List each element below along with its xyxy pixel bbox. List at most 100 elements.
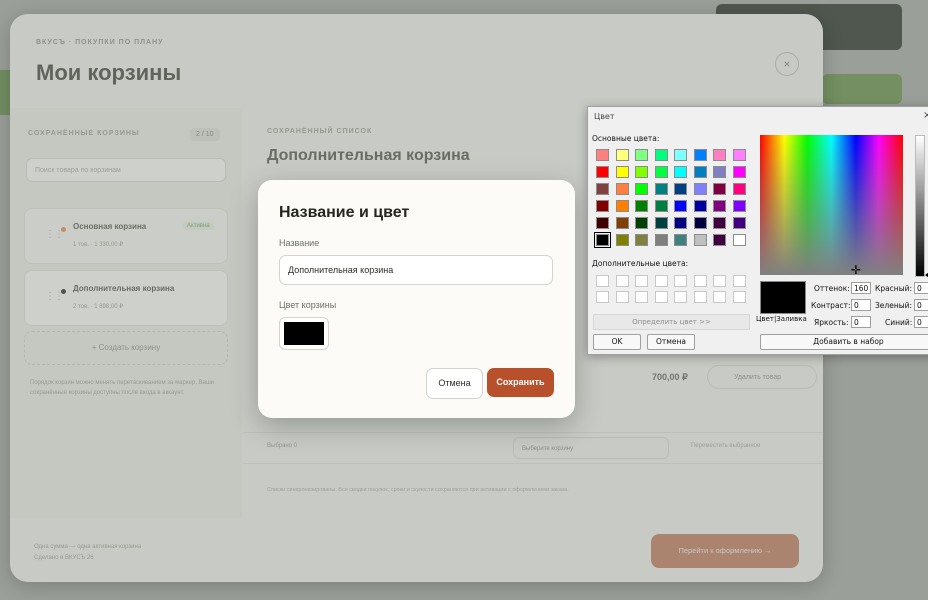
lum-label: Яркость: xyxy=(814,318,849,327)
close-icon[interactable]: × xyxy=(775,52,799,76)
save-button[interactable]: Сохранить xyxy=(487,368,554,397)
basic-color-swatch[interactable] xyxy=(732,166,746,178)
luminance-slider[interactable] xyxy=(915,135,925,277)
basic-color-swatch[interactable] xyxy=(674,217,687,229)
basic-color-swatch[interactable] xyxy=(674,183,687,195)
preview-label: Цвет|Заливка xyxy=(756,315,807,323)
basic-color-swatch[interactable] xyxy=(596,149,609,161)
basic-color-swatch[interactable] xyxy=(596,200,609,212)
basic-color-swatch[interactable] xyxy=(654,183,668,195)
basic-color-swatch[interactable] xyxy=(596,166,609,178)
close-icon[interactable]: × xyxy=(923,110,928,121)
blue-field[interactable]: 0 xyxy=(914,316,928,328)
custom-color-swatch[interactable] xyxy=(654,275,668,287)
basic-color-swatch[interactable] xyxy=(594,232,611,248)
hue-field[interactable]: 160 xyxy=(851,282,871,294)
custom-color-swatch[interactable] xyxy=(615,291,629,303)
ok-button[interactable]: OK xyxy=(593,334,641,350)
custom-color-swatch[interactable] xyxy=(615,275,629,287)
cancel-button[interactable]: Отмена xyxy=(647,334,695,350)
custom-color-swatch[interactable] xyxy=(596,291,609,303)
basic-color-swatch[interactable] xyxy=(654,234,668,246)
custom-color-swatch[interactable] xyxy=(635,275,648,287)
basic-color-swatch[interactable] xyxy=(674,200,687,212)
hue-label: Оттенок: xyxy=(814,284,850,293)
basic-color-swatch[interactable] xyxy=(654,166,668,178)
basic-color-swatch[interactable] xyxy=(654,149,668,161)
page-title: Мои корзины xyxy=(36,60,182,85)
custom-color-swatch[interactable] xyxy=(654,291,668,303)
color-label: Цвет корзины xyxy=(279,300,337,310)
basic-color-swatch[interactable] xyxy=(635,166,648,178)
basic-color-swatch[interactable] xyxy=(732,200,746,212)
custom-color-swatch[interactable] xyxy=(732,291,746,303)
move-selected-button[interactable]: Переместить выбранное xyxy=(691,443,760,449)
basic-color-swatch[interactable] xyxy=(713,217,726,229)
basic-color-swatch[interactable] xyxy=(713,149,726,161)
basic-color-swatch[interactable] xyxy=(596,183,609,195)
basic-color-swatch[interactable] xyxy=(693,166,707,178)
basic-color-swatch[interactable] xyxy=(713,183,726,195)
cart-item[interactable]: ⋮⋮ Основная корзина 1 тов. · 1 330,00 ₽ … xyxy=(24,208,228,264)
basic-color-swatch[interactable] xyxy=(635,200,648,212)
basic-color-swatch[interactable] xyxy=(635,217,648,229)
basic-color-swatch[interactable] xyxy=(732,149,746,161)
basic-color-swatch[interactable] xyxy=(732,234,746,246)
green-field[interactable]: 0 xyxy=(914,299,928,311)
basic-color-swatch[interactable] xyxy=(615,183,629,195)
add-to-custom-button[interactable]: Добавить в набор xyxy=(760,334,928,350)
basic-color-swatch[interactable] xyxy=(693,149,707,161)
basic-color-swatch[interactable] xyxy=(713,234,726,246)
cart-select[interactable]: Выберите корзину xyxy=(513,437,669,459)
delete-item-button[interactable]: Удалить товар xyxy=(707,365,817,389)
cancel-button[interactable]: Отмена xyxy=(426,368,483,399)
basic-color-swatch[interactable] xyxy=(693,200,707,212)
custom-color-swatch[interactable] xyxy=(732,275,746,287)
checkout-button[interactable]: Перейти к оформлению → xyxy=(651,534,799,568)
color-spectrum[interactable] xyxy=(760,135,903,275)
basic-color-swatch[interactable] xyxy=(615,166,629,178)
carts-count-badge: 2 / 10 xyxy=(190,128,220,141)
custom-color-swatch[interactable] xyxy=(713,291,726,303)
basic-color-swatch[interactable] xyxy=(654,217,668,229)
basic-color-swatch[interactable] xyxy=(674,149,687,161)
basic-color-swatch[interactable] xyxy=(615,200,629,212)
basic-color-swatch[interactable] xyxy=(674,166,687,178)
basic-color-swatch[interactable] xyxy=(635,234,648,246)
sat-label: Контраст: xyxy=(811,301,851,310)
color-swatch-button[interactable] xyxy=(279,317,329,350)
basic-color-swatch[interactable] xyxy=(635,149,648,161)
red-field[interactable]: 0 xyxy=(914,282,928,294)
custom-color-swatch[interactable] xyxy=(674,291,687,303)
cart-search-input[interactable]: Поиск товара по корзинам xyxy=(26,158,226,182)
lum-field[interactable]: 0 xyxy=(851,316,871,328)
basic-color-swatch[interactable] xyxy=(615,234,629,246)
basic-color-swatch[interactable] xyxy=(713,166,726,178)
basic-color-swatch[interactable] xyxy=(674,234,687,246)
cart-name-input[interactable] xyxy=(279,255,553,285)
basic-color-swatch[interactable] xyxy=(693,183,707,195)
custom-color-swatch[interactable] xyxy=(693,275,707,287)
basic-color-swatch[interactable] xyxy=(732,183,746,195)
breadcrumb: ВКУСЪ · ПОКУПКИ ПО ПЛАНУ xyxy=(36,39,164,46)
basic-color-swatch[interactable] xyxy=(654,200,668,212)
custom-color-swatch[interactable] xyxy=(693,291,707,303)
cart-item[interactable]: ⋮⋮ Дополнительная корзина 2 тов. · 1 898… xyxy=(24,270,228,326)
custom-color-swatch[interactable] xyxy=(713,275,726,287)
saved-carts-label: СОХРАНЁННЫЕ КОРЗИНЫ xyxy=(28,130,140,137)
sat-field[interactable]: 0 xyxy=(851,299,871,311)
custom-color-swatch[interactable] xyxy=(596,275,609,287)
picker-title: Цвет xyxy=(594,112,615,121)
basic-color-swatch[interactable] xyxy=(693,234,707,246)
basic-color-swatch[interactable] xyxy=(732,217,746,229)
basic-color-swatch[interactable] xyxy=(693,217,707,229)
basic-color-swatch[interactable] xyxy=(713,200,726,212)
basic-color-swatch[interactable] xyxy=(615,149,629,161)
basic-color-swatch[interactable] xyxy=(615,217,629,229)
custom-color-swatch[interactable] xyxy=(635,291,648,303)
basic-color-swatch[interactable] xyxy=(596,217,609,229)
custom-color-swatch[interactable] xyxy=(674,275,687,287)
blue-label: Синий: xyxy=(885,318,913,327)
create-cart-button[interactable]: + Создать корзину xyxy=(24,331,228,365)
basic-color-swatch[interactable] xyxy=(635,183,648,195)
